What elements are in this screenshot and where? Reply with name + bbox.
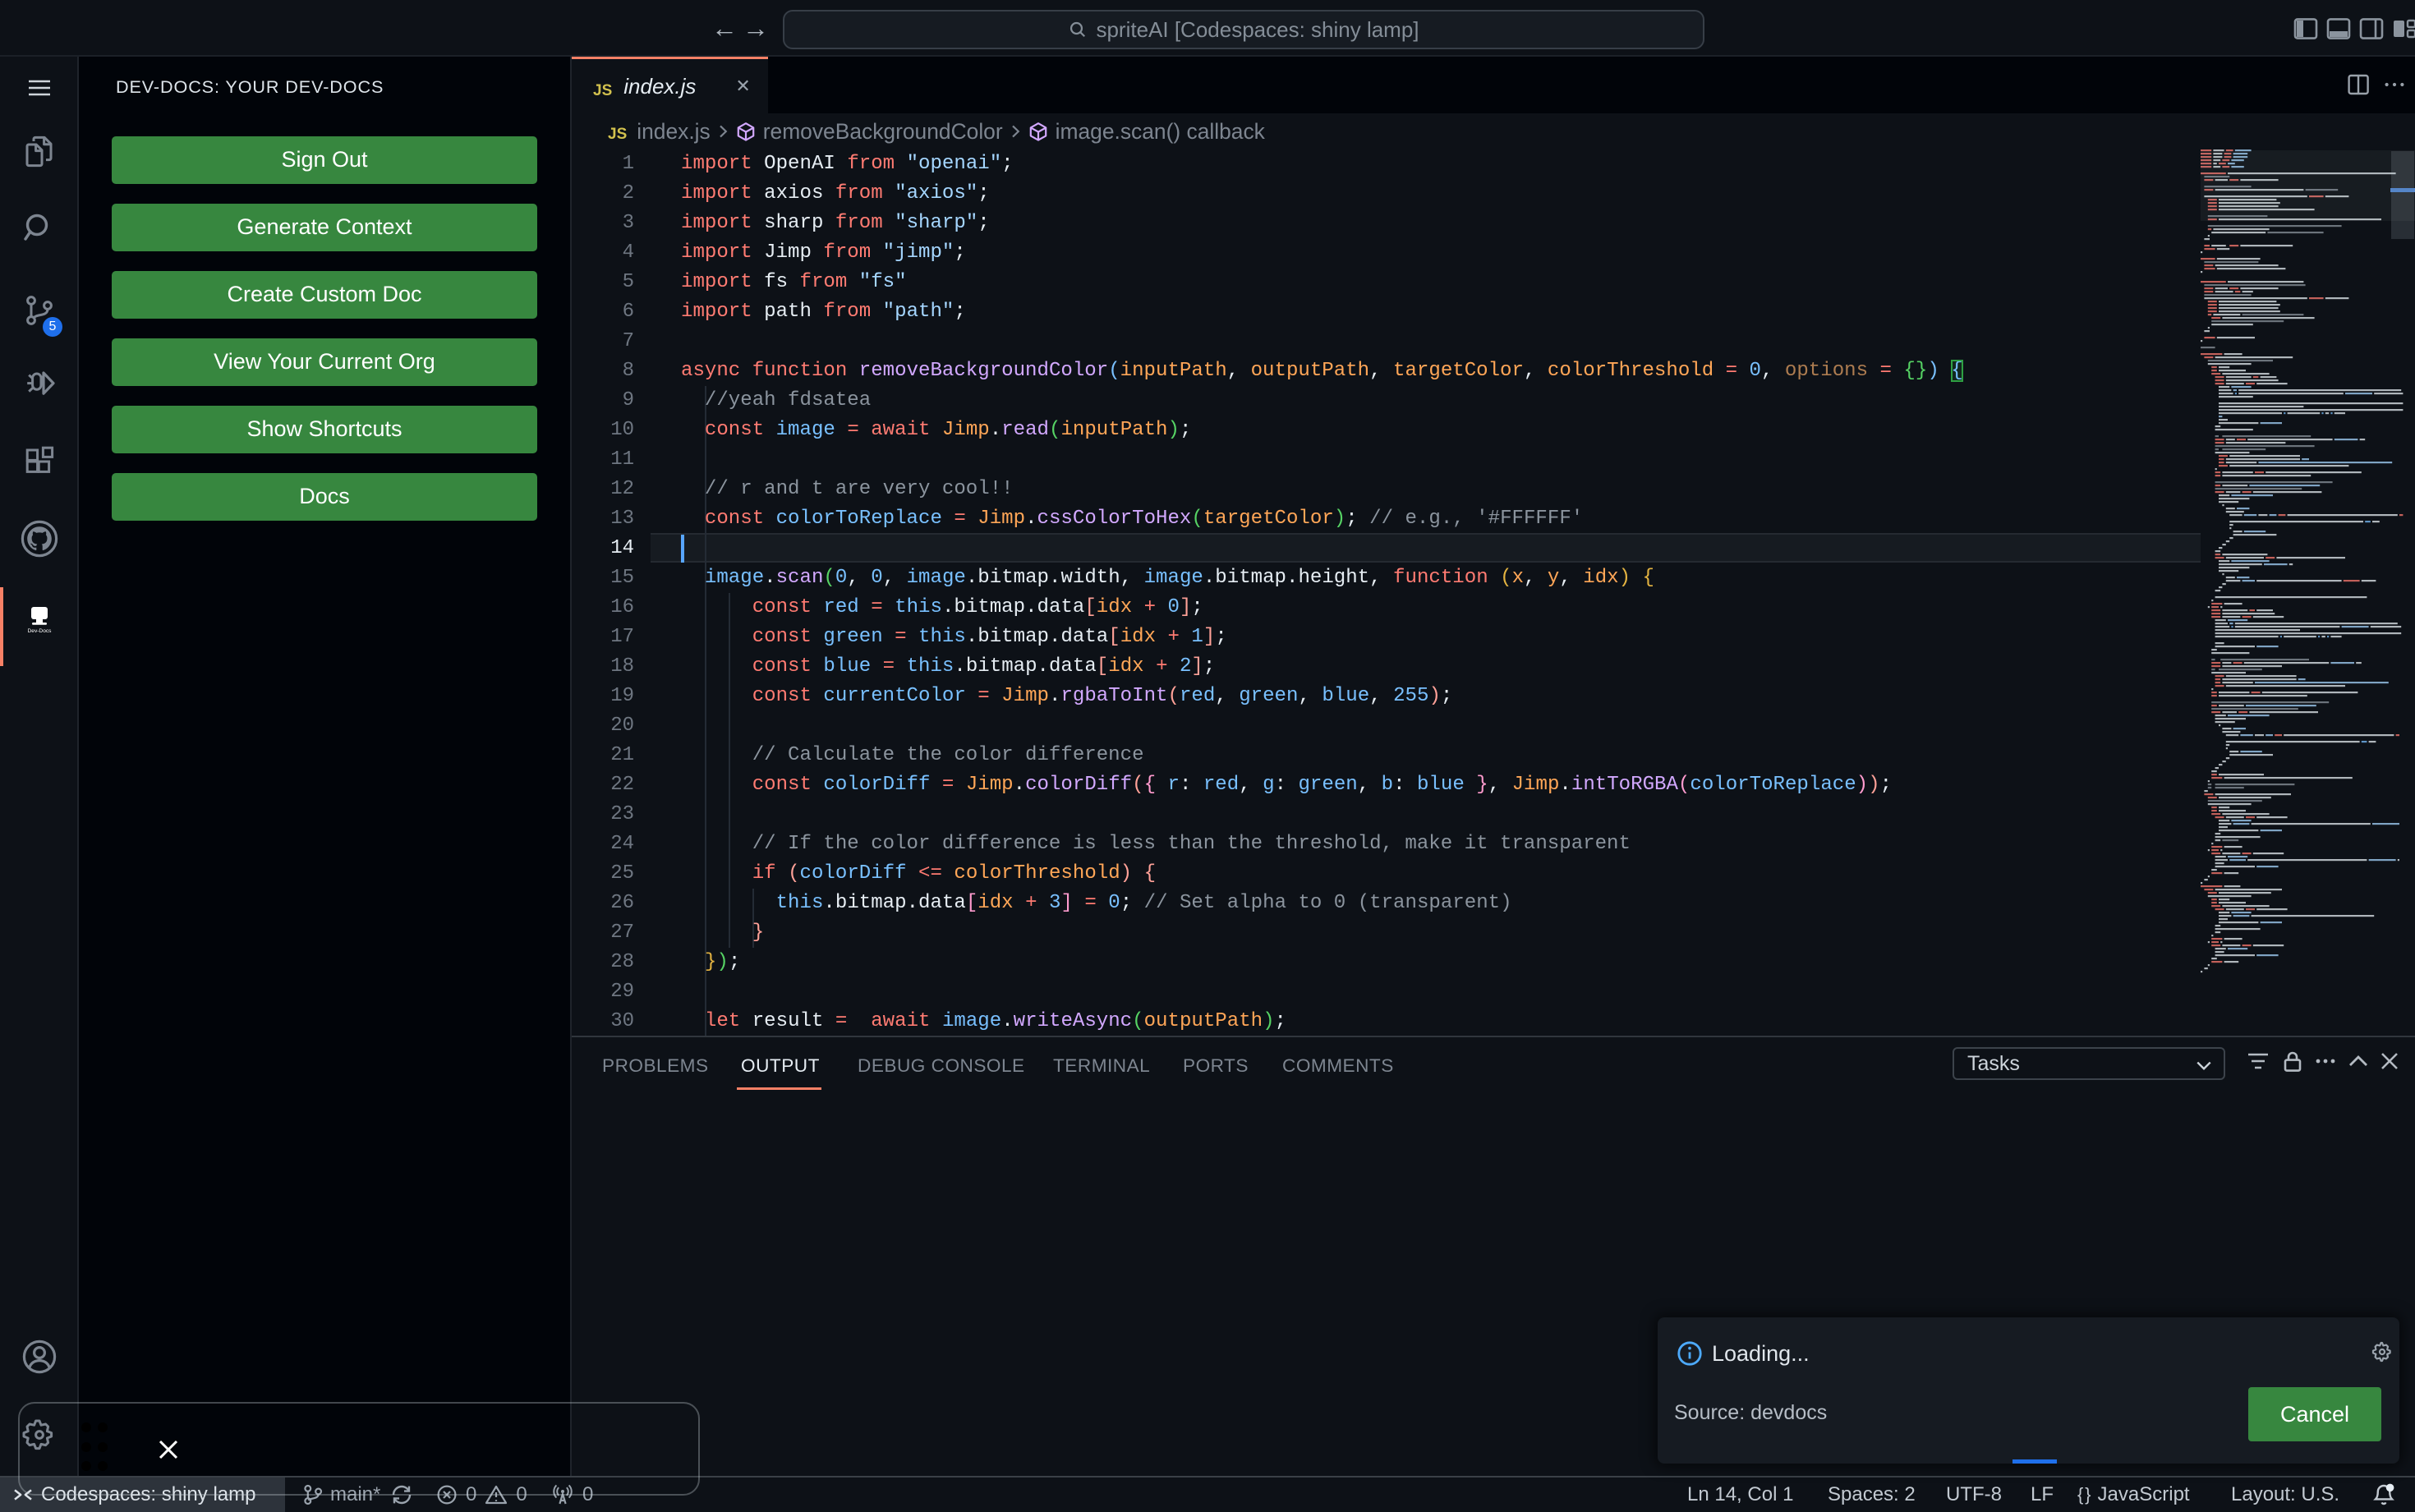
svg-text:Dev-Docs: Dev-Docs [28, 628, 53, 634]
